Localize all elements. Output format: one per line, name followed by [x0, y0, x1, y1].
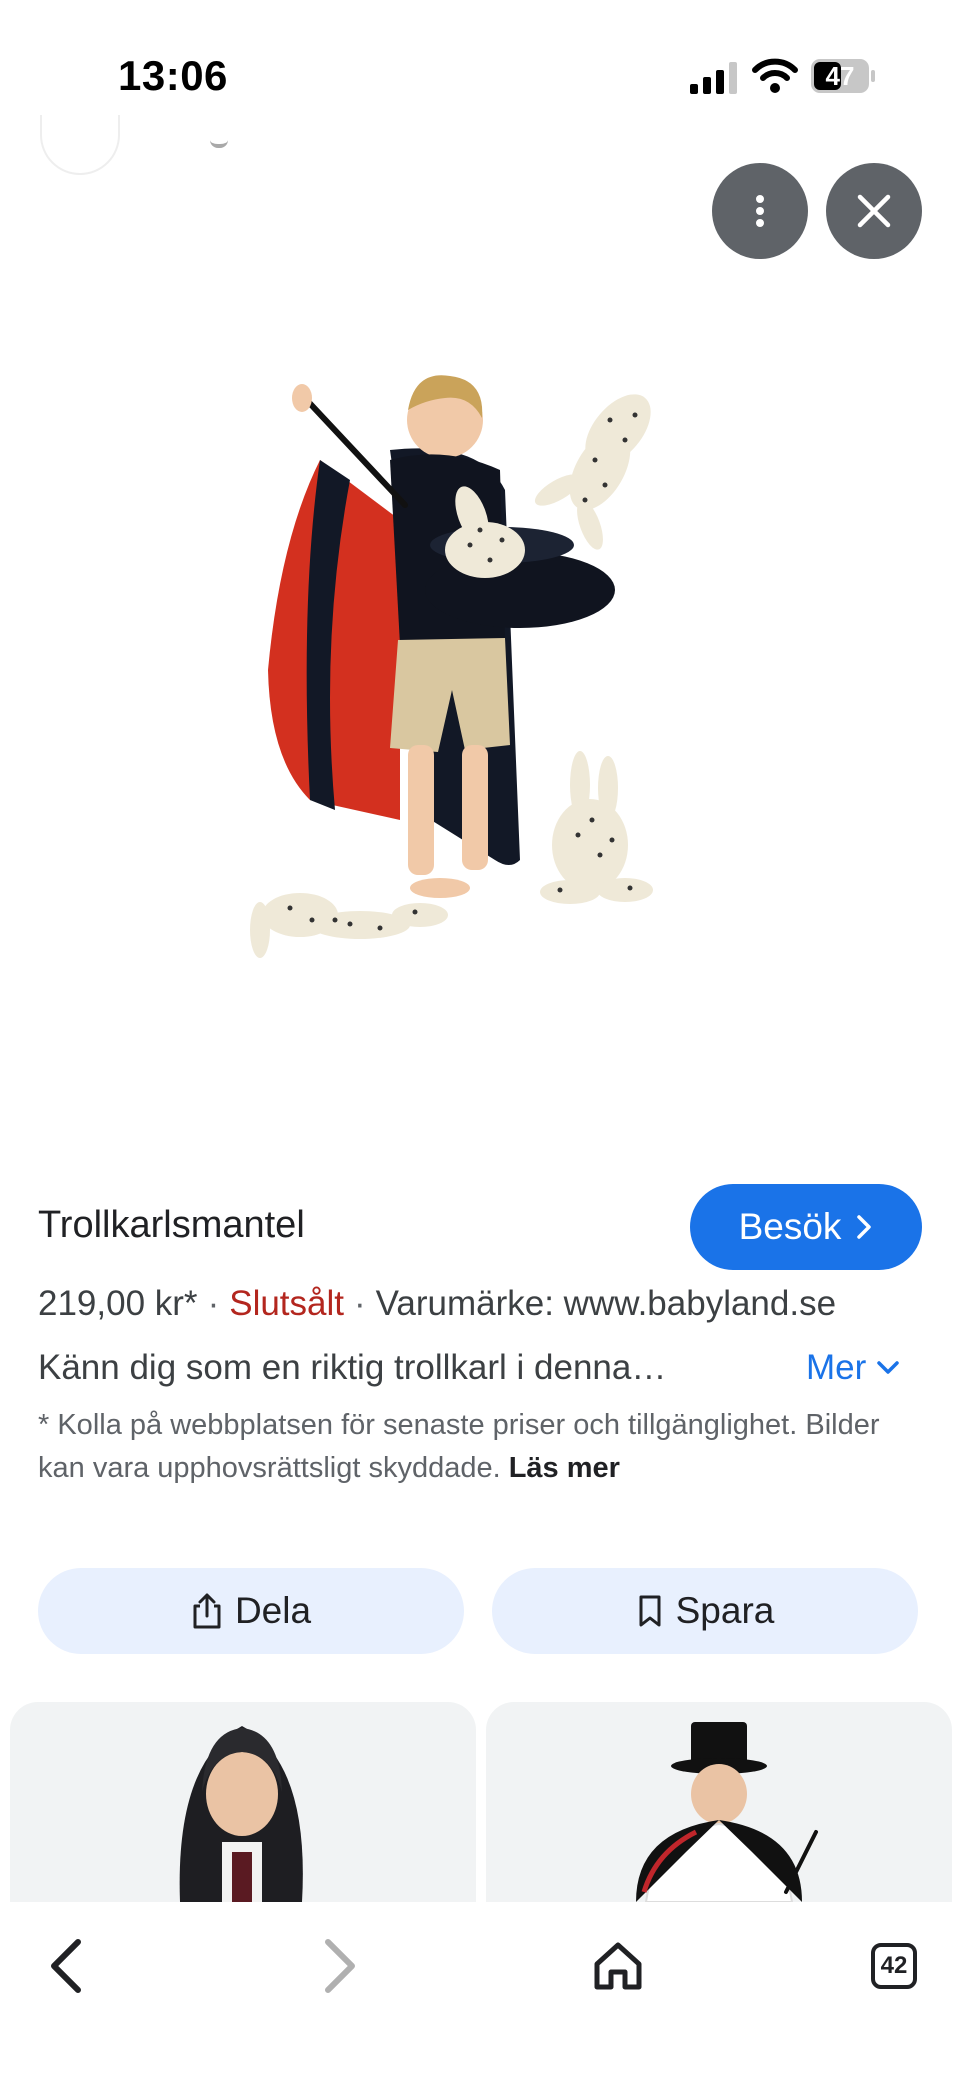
read-more-link[interactable]: Läs mer: [509, 1452, 620, 1484]
home-button[interactable]: [568, 1916, 668, 2016]
floor-bunny-left: [250, 893, 448, 958]
chevron-down-icon: [877, 1361, 900, 1374]
share-label: Dela: [234, 1590, 312, 1631]
related-result-card[interactable]: [10, 1702, 476, 1902]
save-label: Spara: [675, 1590, 775, 1631]
home-icon: [594, 1942, 642, 1990]
product-brand: Varumärke: www.babyland.se: [375, 1284, 837, 1323]
separator: ·: [354, 1284, 366, 1323]
bottom-navigation: 42: [0, 1902, 960, 2087]
back-button[interactable]: [16, 1916, 116, 2016]
more-button[interactable]: Mer: [806, 1348, 900, 1388]
share-button[interactable]: Dela: [38, 1568, 464, 1654]
chevron-right-icon: [325, 1939, 355, 1993]
product-title: Trollkarlsmantel: [38, 1204, 305, 1246]
disclaimer: * Kolla på webbplatsen för senaste prise…: [38, 1404, 918, 1490]
disclaimer-text: * Kolla på webbplatsen för senaste prise…: [38, 1409, 880, 1484]
status-time: 13:06: [118, 52, 228, 99]
more-label: Mer: [806, 1348, 867, 1387]
source-avatar: [40, 115, 120, 175]
close-icon: [857, 194, 891, 228]
related-image: [179, 1726, 303, 1902]
signal-icon: [690, 62, 737, 94]
tabs-button[interactable]: 42: [844, 1916, 944, 2016]
close-button[interactable]: [826, 163, 922, 259]
product-description: Känn dig som en riktig trollkarl i denna…: [38, 1348, 667, 1387]
related-result-card[interactable]: [486, 1702, 952, 1902]
save-button[interactable]: Spara: [492, 1568, 918, 1654]
chevron-left-icon: [51, 1939, 81, 1993]
related-image: [636, 1722, 818, 1902]
tab-count: 42: [880, 1952, 908, 1979]
floor-bunny-right: [540, 751, 653, 904]
battery-level: 47: [825, 61, 855, 91]
share-icon: [193, 1593, 221, 1629]
bookmark-icon: [639, 1595, 661, 1627]
product-price: 219,00 kr*: [38, 1284, 198, 1323]
tabs-icon: 42: [871, 1943, 917, 1989]
visit-button[interactable]: Besök: [690, 1184, 922, 1270]
separator: ·: [207, 1284, 220, 1323]
product-image[interactable]: [240, 340, 700, 1020]
status-bar: 13:06 47: [0, 0, 960, 140]
chevron-right-icon: [857, 1215, 872, 1239]
more-vertical-icon: [756, 195, 764, 227]
wifi-icon: [752, 58, 798, 93]
flying-bunny: [534, 394, 651, 550]
visit-label: Besök: [738, 1206, 842, 1247]
more-options-button[interactable]: [712, 163, 808, 259]
battery-icon: 47: [810, 58, 876, 94]
product-meta: 219,00 kr* · Slutsålt · Varumärke: www.babyl…: [38, 1284, 836, 1324]
forward-button[interactable]: [290, 1916, 390, 2016]
source-name-fragment: [210, 128, 228, 148]
stock-status: Slutsålt: [229, 1284, 344, 1323]
